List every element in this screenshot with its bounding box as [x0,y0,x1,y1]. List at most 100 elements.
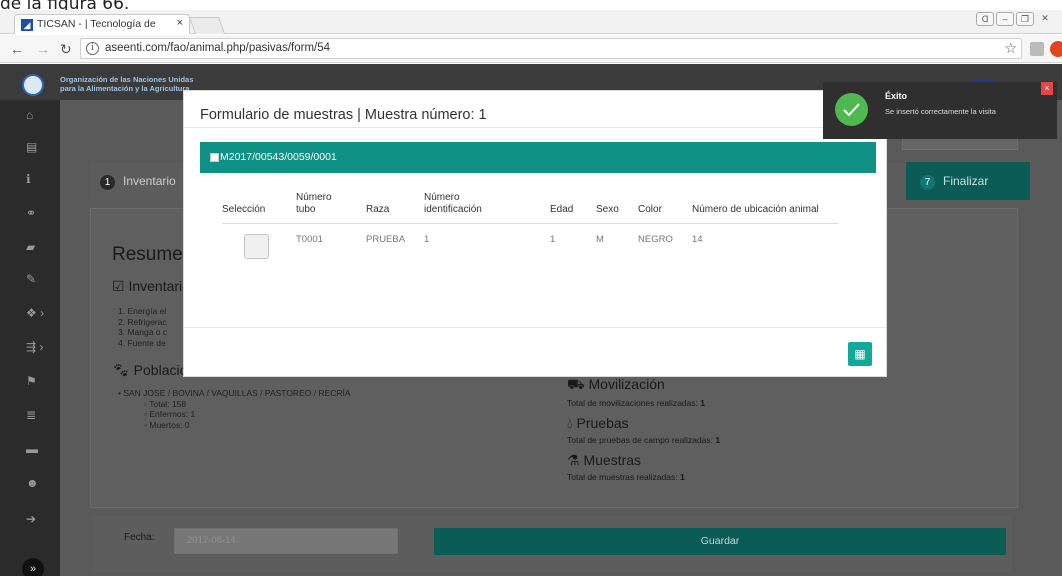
list-item: 1. Energía el [118,306,167,316]
folder-icon[interactable]: ▬ [0,442,60,456]
users-icon[interactable]: ☻ [0,476,60,490]
new-tab-button[interactable] [188,17,226,34]
sample-header: M2017/00543/0059/0001 [200,142,876,173]
truck-icon[interactable]: ⇶ › [0,340,60,354]
list-item: 3. Manga o c [118,327,168,337]
browser-tab[interactable]: ◢ TICSAN - | Tecnología de × [14,14,190,34]
cell-tubo: T0001 [296,234,323,245]
modal-title: Formulario de muestras | Muestra número:… [200,107,487,123]
movilizacion-text: Total de movilizaciones realizadas: 1 [567,398,720,408]
paw-icon[interactable]: ❖ › [0,306,60,320]
book-icon[interactable]: ▰ [0,240,60,254]
extension-icon[interactable] [1030,42,1044,56]
drop-icon: 💧︎ [567,415,573,431]
col-raza: Raza [366,192,424,224]
sidebar-toggle-icon[interactable]: » [22,558,44,576]
muestras-value: 1 [679,472,685,482]
home-icon[interactable]: ⌂ [0,108,60,122]
reload-icon[interactable]: ↻ [60,41,72,58]
url-input[interactable]: i aseenti.com/fao/animal.php/pasivas/for… [80,38,1022,59]
list-item: • SAN JOSE / BOVINA / VAQUILLAS / PASTOR… [118,388,351,398]
document-icon[interactable]: ▤ [0,140,60,154]
samples-table: Selección Número tubo Raza Número identi… [222,192,838,259]
poblacion-line: SAN JOSE / BOVINA / VAQUILLAS / PASTOREO… [123,388,351,398]
flask-icon: ⚗ [567,452,580,468]
pruebas-heading: 💧︎ Pruebas [567,415,720,432]
maximize-icon[interactable]: ❐ [1016,12,1034,26]
org-line-2: para la Alimentación y la Agricultura [60,84,190,93]
profile-icon[interactable]: Ɑ [976,12,994,26]
inventario-title: Inventario [128,278,190,294]
star-icon[interactable]: ☆ [1004,40,1017,57]
truck-icon: ⛟ [567,376,585,392]
fecha-input[interactable]: 2017-08-14 [174,528,398,554]
step-label: Inventario [123,174,176,188]
col-numero-identificacion: Número identificación [424,192,550,224]
col-numero-tubo: Número tubo [282,192,366,224]
table-row: T0001 PRUEBA 1 1 M NEGRO 14 [222,224,838,259]
movilizacion-value: 1 [700,398,705,408]
sidebar: ⌂ ▤ ℹ ⚭ ▰ ✎ ❖ › ⇶ › ⚑ ≣ ▬ ☻ ➔ » [0,100,60,576]
step-number: 7 [920,175,935,190]
movilizacion-label: Total de movilizaciones realizadas: [567,398,698,408]
site-favicon-icon: ◢ [21,19,33,31]
url-text: aseenti.com/fao/animal.php/pasivas/form/… [105,42,331,54]
browser-address-bar: ← → ↻ i aseenti.com/fao/animal.php/pasiv… [0,35,1062,63]
extension-opera-icon[interactable] [1050,41,1062,57]
step-label: Finalizar [943,174,989,188]
logout-icon[interactable]: ➔ [0,512,60,526]
divider [184,127,886,128]
info-icon[interactable]: i [86,42,99,55]
cell-raza: PRUEBA [366,234,406,245]
qr-code-button[interactable]: ▦ [848,342,872,366]
fecha-label: Fecha: [124,532,155,543]
cell-ubicacion: 14 [692,234,703,245]
sample-code: M2017/00543/0059/0001 [220,151,337,163]
cell-sexo: M [596,234,604,245]
paw-icon: 🐾︎ [112,362,130,378]
pruebas-label: Total de pruebas de campo realizadas: [567,435,714,445]
list-item: ◦ Enfermos: 1 [144,409,196,419]
list-item: ◦ Muertos: 0 [144,419,190,430]
tab-title: TICSAN - | Tecnología de [37,18,156,30]
flag-icon[interactable]: ⚑ [0,374,60,388]
pruebas-value: 1 [715,435,721,445]
summary-right-column: ⛟ Movilización Total de movilizaciones r… [567,376,720,489]
pruebas-text: Total de pruebas de campo realizadas: 1 [567,435,720,445]
forward-arrow-icon[interactable]: → [36,41,50,57]
step-number: 1 [100,175,115,190]
check-icon [843,103,860,117]
table-header-row: Selección Número tubo Raza Número identi… [222,192,838,224]
inventario-heading: ☑ Inventario [112,278,190,295]
step-inventario[interactable]: 1 Inventario [100,174,176,190]
list-icon[interactable]: ≣ [0,408,60,422]
muestras-label: Total de muestras realizadas: [567,472,678,482]
guardar-button[interactable]: Guardar [434,528,1006,555]
window-controls: Ɑ – ❐ ✕ [976,12,1054,26]
inventario-list: 1. Energía el 2. Refrigerac 3. Manga o c… [118,306,167,348]
movilizacion-heading: ⛟ Movilización [567,376,720,395]
selection-checkbox[interactable] [244,234,269,259]
window-close-icon[interactable]: ✕ [1036,12,1054,26]
list-item: 2. Refrigerac [118,316,167,327]
link-icon[interactable]: ⚭ [0,206,60,220]
minimize-icon[interactable]: – [996,12,1014,26]
org-name: Organización de las Naciones Unidas para… [60,75,193,93]
poblacion-total: Total: 158 [149,398,187,409]
sample-checkbox[interactable] [210,153,219,162]
muestras-text: Total de muestras realizadas: 1 [567,472,720,482]
cell-color: NEGRO [638,234,673,245]
col-seleccion: Selección [222,192,282,224]
tab-close-icon[interactable]: × [177,17,183,29]
browser-tab-bar: ◢ TICSAN - | Tecnología de × Ɑ – ❐ ✕ [0,10,1062,34]
step-finalizar[interactable]: 7 Finalizar [906,162,1030,200]
info-sidebar-icon[interactable]: ℹ [0,172,60,186]
back-arrow-icon[interactable]: ← [10,41,24,57]
col-sexo: Sexo [596,192,638,224]
cell-edad: 1 [550,234,556,245]
fao-logo-icon [22,74,44,96]
list-item: 4. Fuente de [118,337,166,348]
muestras-heading: ⚗ Muestras [567,452,720,469]
close-icon[interactable]: × [1041,82,1053,95]
edit-icon[interactable]: ✎ [0,272,60,286]
